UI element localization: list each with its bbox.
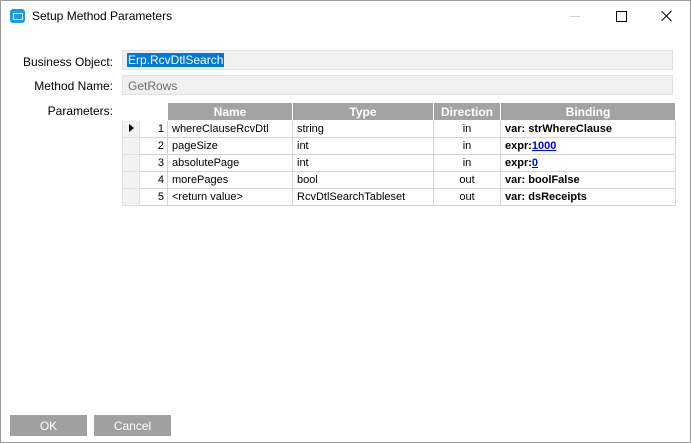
- row-number-cell[interactable]: 2: [139, 137, 168, 155]
- param-binding-cell[interactable]: expr:0: [500, 154, 676, 172]
- close-button[interactable]: [644, 1, 690, 31]
- grid-header-row: Name Type Direction Binding: [122, 102, 676, 121]
- row-selector[interactable]: [122, 171, 140, 189]
- maximize-icon: [615, 10, 627, 22]
- method-name-label: Method Name:: [34, 79, 113, 93]
- table-row[interactable]: 1 whereClauseRcvDtl string in var: strWhereC…: [122, 120, 676, 138]
- column-header-type[interactable]: Type: [292, 102, 434, 121]
- binding-text: var: boolFalse: [505, 174, 580, 186]
- param-binding-cell[interactable]: expr:1000: [500, 137, 676, 155]
- column-header-direction[interactable]: Direction: [433, 102, 501, 121]
- param-name-cell[interactable]: absolutePage: [167, 154, 293, 172]
- param-type-cell[interactable]: int: [292, 137, 434, 155]
- param-direction-cell[interactable]: out: [433, 171, 501, 189]
- param-direction-cell[interactable]: in: [433, 137, 501, 155]
- ok-button[interactable]: OK: [10, 415, 87, 436]
- param-type-cell[interactable]: int: [292, 154, 434, 172]
- column-header-binding[interactable]: Binding: [500, 102, 676, 121]
- param-direction-cell[interactable]: in: [433, 120, 501, 138]
- method-name-value: GetRows: [128, 79, 178, 93]
- business-object-label: Business Object:: [22, 55, 113, 69]
- param-type-cell[interactable]: RcvDtlSearchTableset: [292, 188, 434, 206]
- column-header-name[interactable]: Name: [167, 102, 293, 121]
- row-selector[interactable]: [122, 154, 140, 172]
- parameters-grid: Name Type Direction Binding 1 whereClause…: [122, 102, 676, 206]
- param-type-cell[interactable]: string: [292, 120, 434, 138]
- dialog-window: Setup Method Parameters Business Object:…: [0, 0, 691, 443]
- row-number-cell[interactable]: 4: [139, 171, 168, 189]
- current-row-arrow-icon: [128, 124, 134, 132]
- maximize-button[interactable]: [598, 1, 644, 31]
- param-binding-cell[interactable]: var: strWhereClause: [500, 120, 676, 138]
- param-direction-cell[interactable]: out: [433, 188, 501, 206]
- table-row[interactable]: 4 morePages bool out var: boolFalse: [122, 171, 676, 189]
- close-icon: [661, 10, 673, 22]
- row-number-cell[interactable]: 5: [139, 188, 168, 206]
- binding-text: expr:: [505, 140, 532, 152]
- app-window-icon: [10, 9, 25, 23]
- binding-text: var: dsReceipts: [505, 191, 587, 203]
- param-type-cell[interactable]: bool: [292, 171, 434, 189]
- param-name-cell[interactable]: morePages: [167, 171, 293, 189]
- minimize-icon: [570, 15, 580, 17]
- binding-text: var: strWhereClause: [505, 123, 612, 135]
- table-row[interactable]: 2 pageSize int in expr:1000: [122, 137, 676, 155]
- param-name-cell[interactable]: <return value>: [167, 188, 293, 206]
- method-name-field[interactable]: GetRows: [122, 75, 673, 95]
- parameters-label: Parameters:: [47, 104, 113, 118]
- minimize-button[interactable]: [552, 1, 598, 31]
- param-direction-cell[interactable]: in: [433, 154, 501, 172]
- binding-expression-link[interactable]: 1000: [532, 140, 556, 152]
- row-selector[interactable]: [122, 188, 140, 206]
- binding-text: expr:: [505, 157, 532, 169]
- window-title: Setup Method Parameters: [32, 9, 173, 23]
- row-selector[interactable]: [122, 120, 140, 138]
- table-row[interactable]: 3 absolutePage int in expr:0: [122, 154, 676, 172]
- row-number-cell[interactable]: 1: [139, 120, 168, 138]
- row-number-cell[interactable]: 3: [139, 154, 168, 172]
- binding-expression-link[interactable]: 0: [532, 157, 538, 169]
- table-row[interactable]: 5 <return value> RcvDtlSearchTableset out va…: [122, 188, 676, 206]
- business-object-value: Erp.RcvDtlSearch: [127, 53, 225, 67]
- param-name-cell[interactable]: whereClauseRcvDtl: [167, 120, 293, 138]
- title-bar[interactable]: Setup Method Parameters: [1, 1, 690, 31]
- grid-corner-num: [139, 102, 168, 121]
- param-binding-cell[interactable]: var: boolFalse: [500, 171, 676, 189]
- cancel-button[interactable]: Cancel: [94, 415, 171, 436]
- row-selector[interactable]: [122, 137, 140, 155]
- business-object-field[interactable]: Erp.RcvDtlSearch: [122, 50, 673, 70]
- grid-corner: [122, 102, 140, 121]
- param-binding-cell[interactable]: var: dsReceipts: [500, 188, 676, 206]
- param-name-cell[interactable]: pageSize: [167, 137, 293, 155]
